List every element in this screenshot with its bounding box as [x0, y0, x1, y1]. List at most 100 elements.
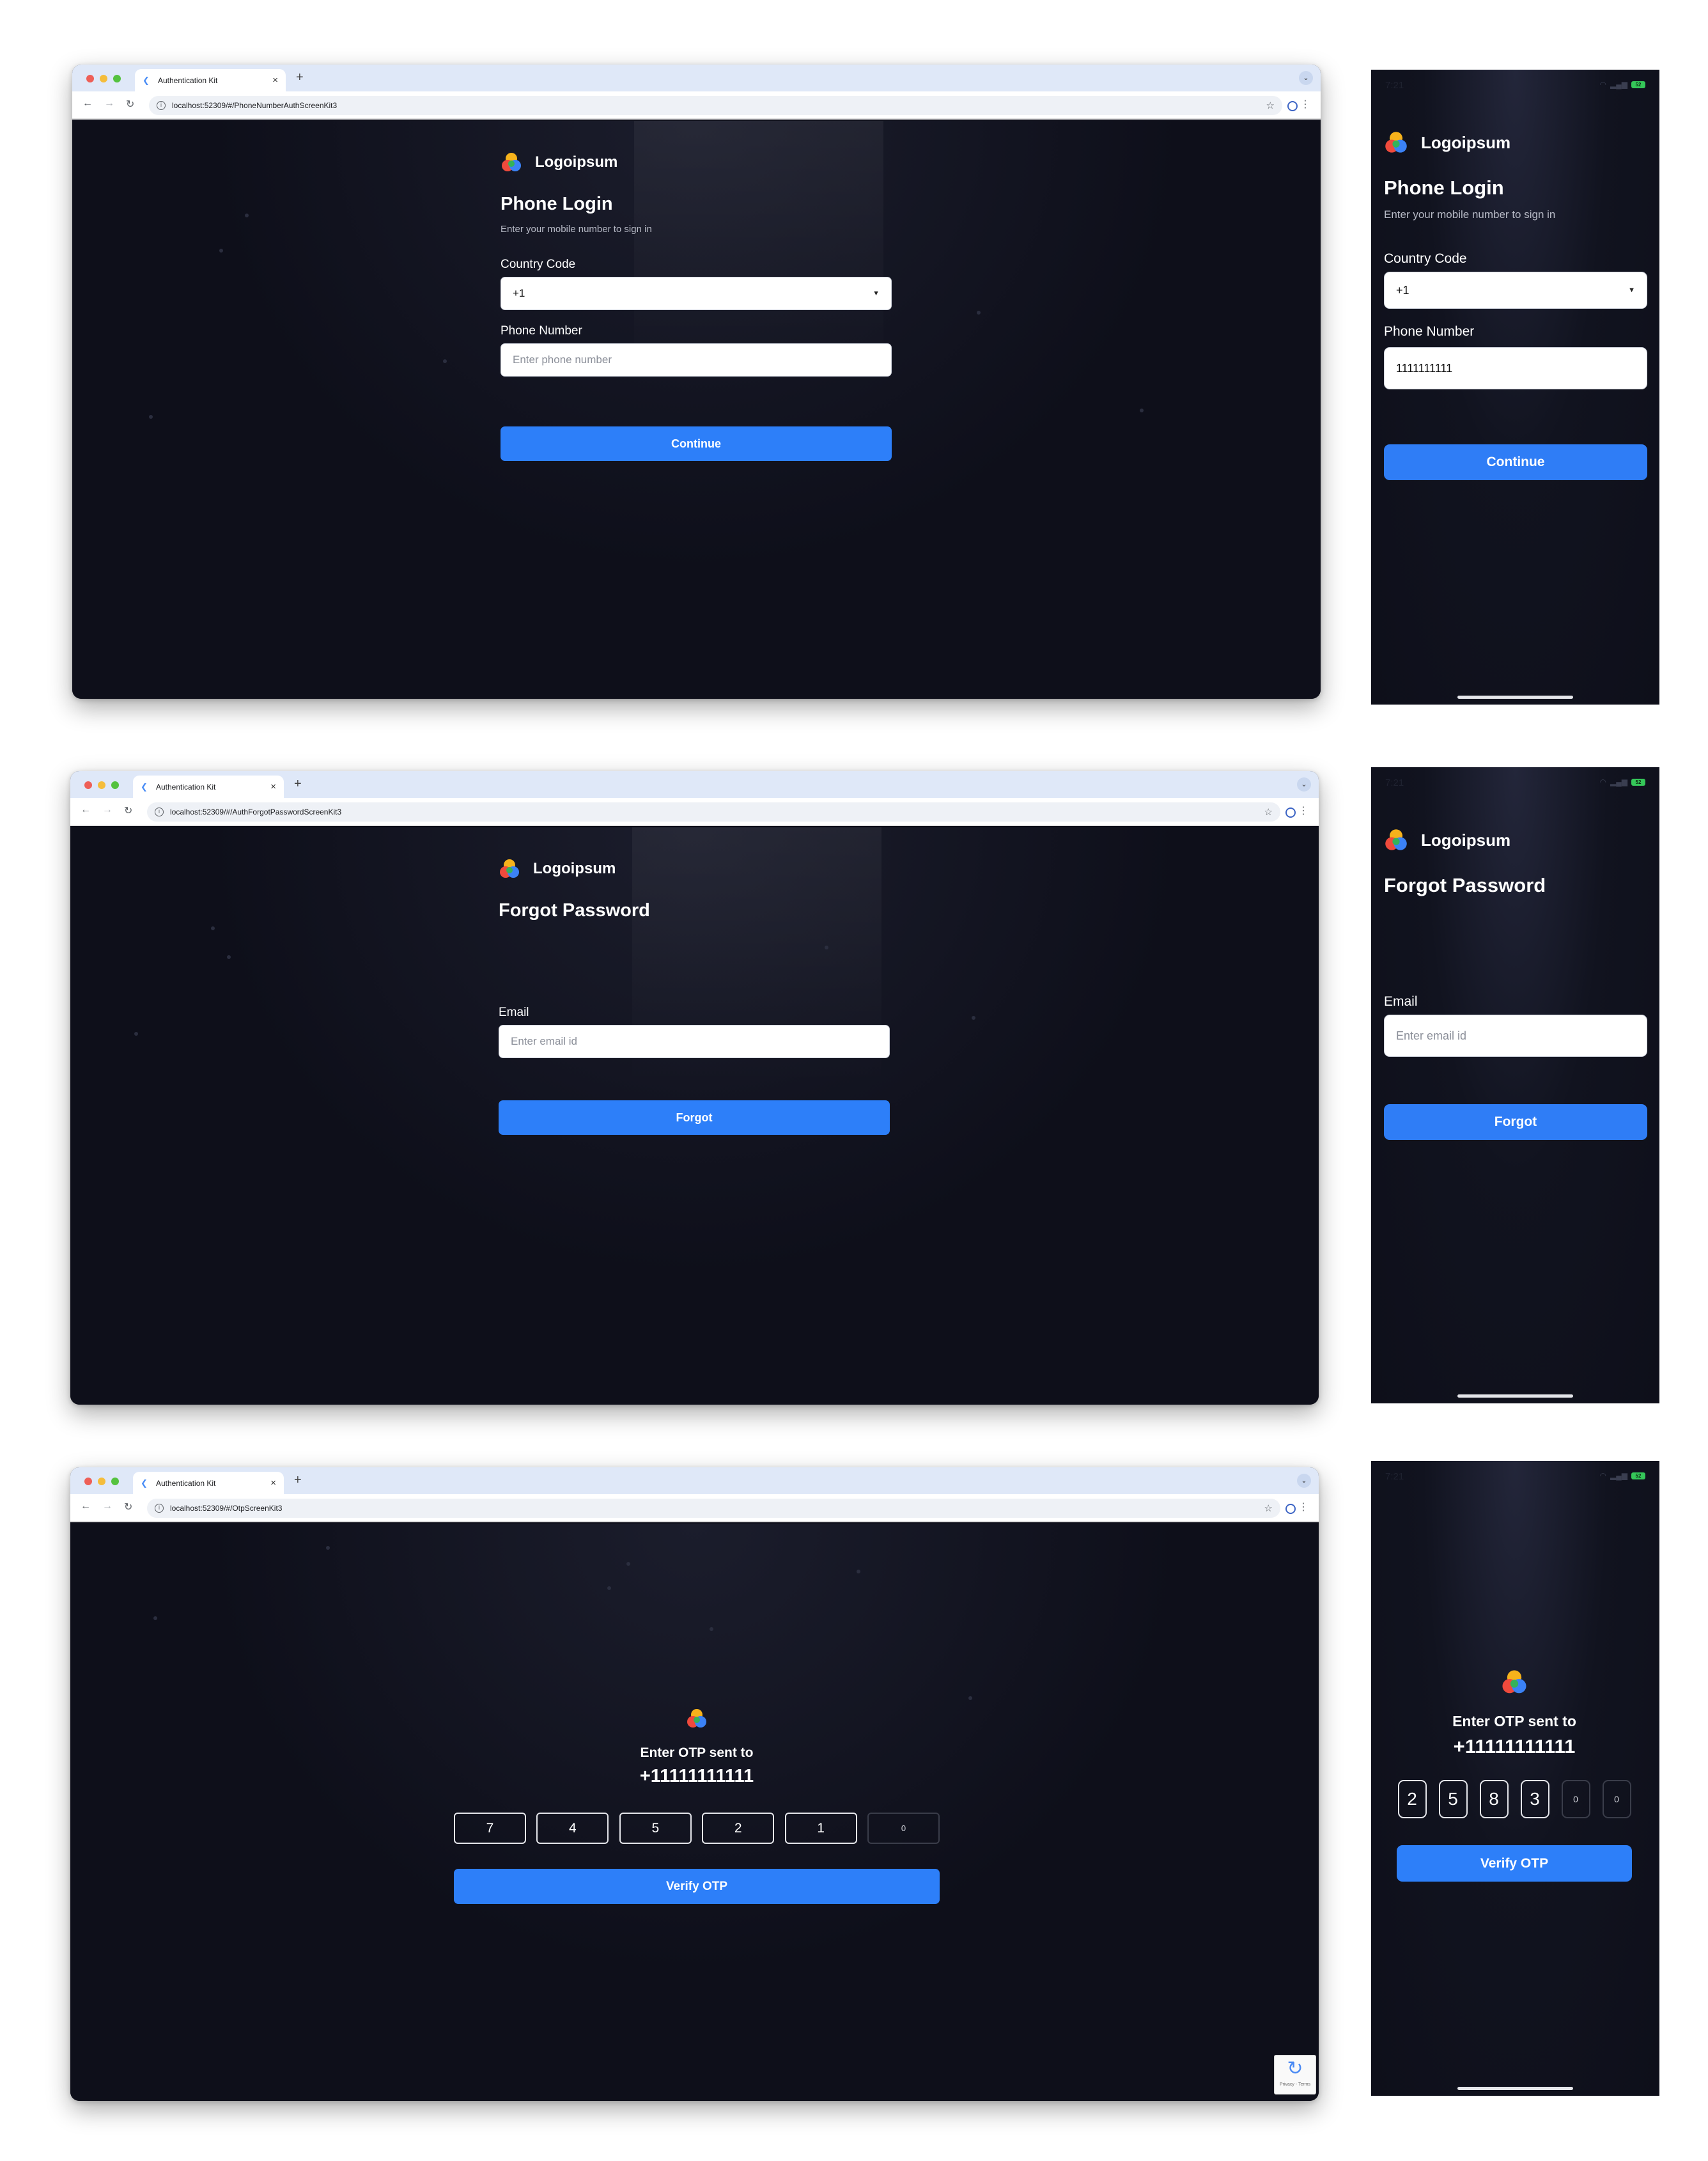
- otp-digit-input[interactable]: 7: [454, 1813, 526, 1844]
- minimize-window-button[interactable]: [100, 75, 107, 82]
- tab-close-icon[interactable]: ×: [272, 75, 278, 86]
- otp-digit-input[interactable]: 0: [1561, 1780, 1590, 1818]
- otp-phone-number: +11111111111: [1453, 1735, 1576, 1758]
- brand-name: Logoipsum: [1421, 132, 1511, 152]
- tab-close-icon[interactable]: ×: [270, 781, 276, 792]
- phone-number-input[interactable]: 1111111111: [1384, 347, 1647, 389]
- status-time: 7:21: [1385, 1471, 1404, 1482]
- reload-icon[interactable]: ↻: [126, 98, 134, 111]
- recaptcha-links[interactable]: Privacy - Terms: [1275, 2082, 1316, 2087]
- email-label: Email: [499, 1006, 529, 1019]
- otp-digit-input[interactable]: 0: [867, 1813, 940, 1844]
- address-bar[interactable]: i localhost:52309/#/AuthForgotPasswordSc…: [147, 802, 1280, 822]
- verify-otp-button[interactable]: Verify OTP: [1397, 1845, 1632, 1882]
- home-indicator[interactable]: [1457, 696, 1573, 699]
- recaptcha-icon: ↻: [1287, 2058, 1303, 2079]
- page-viewport: Enter OTP sent to +11111111111 7 4 5 2 1…: [70, 1524, 1319, 2101]
- brand-name: Logoipsum: [1421, 830, 1511, 850]
- more-menu-icon[interactable]: ⋮: [1300, 98, 1310, 111]
- page-viewport: Logoipsum Phone Login Enter your mobile …: [72, 121, 1321, 699]
- bookmark-star-icon[interactable]: ☆: [1264, 1502, 1273, 1514]
- wifi-icon: ◠: [1599, 1471, 1607, 1480]
- page-title: Forgot Password: [499, 900, 650, 921]
- email-input[interactable]: Enter email id: [499, 1025, 890, 1058]
- otp-digit-input[interactable]: 8: [1479, 1780, 1509, 1818]
- site-info-icon[interactable]: i: [155, 1504, 164, 1513]
- back-arrow-icon[interactable]: ←: [81, 804, 91, 816]
- zoom-window-button[interactable]: [111, 781, 119, 789]
- profile-icon[interactable]: [1287, 101, 1298, 111]
- back-arrow-icon[interactable]: ←: [82, 98, 93, 109]
- site-info-icon[interactable]: i: [155, 807, 164, 816]
- url-text[interactable]: localhost:52309/#/PhoneNumberAuthScreenK…: [172, 101, 1266, 110]
- continue-button[interactable]: Continue: [1384, 444, 1647, 480]
- reload-icon[interactable]: ↻: [124, 1501, 132, 1513]
- minimize-window-button[interactable]: [98, 781, 105, 789]
- new-tab-button[interactable]: +: [294, 1473, 302, 1488]
- country-code-select[interactable]: +1 ▼: [1384, 272, 1647, 309]
- home-indicator[interactable]: [1457, 2087, 1573, 2090]
- bookmark-star-icon[interactable]: ☆: [1264, 806, 1273, 818]
- back-arrow-icon[interactable]: ←: [81, 1501, 91, 1512]
- phone-number-input[interactable]: Enter phone number: [501, 343, 892, 377]
- browser-tab[interactable]: ❮ Authentication Kit ×: [135, 69, 286, 91]
- battery-icon: 52: [1631, 1472, 1645, 1479]
- otp-digit-input[interactable]: 5: [1438, 1780, 1468, 1818]
- more-menu-icon[interactable]: ⋮: [1298, 1501, 1308, 1513]
- new-tab-button[interactable]: +: [296, 70, 304, 85]
- otp-digit-input[interactable]: 3: [1520, 1780, 1549, 1818]
- flutter-icon: ❮: [141, 1478, 148, 1488]
- signal-icon: ▂▄▆: [1610, 80, 1627, 89]
- otp-digit-input[interactable]: 0: [1602, 1780, 1631, 1818]
- home-indicator[interactable]: [1457, 1394, 1573, 1398]
- close-window-button[interactable]: [86, 75, 94, 82]
- minimize-window-button[interactable]: [98, 1478, 105, 1485]
- forgot-button[interactable]: Forgot: [499, 1100, 890, 1135]
- tab-search-button[interactable]: ⌄: [1297, 1474, 1311, 1488]
- address-bar[interactable]: i localhost:52309/#/OtpScreenKit3 ☆: [147, 1499, 1280, 1518]
- tab-search-button[interactable]: ⌄: [1297, 777, 1311, 792]
- email-input[interactable]: Enter email id: [1384, 1015, 1647, 1057]
- tab-search-button[interactable]: ⌄: [1299, 71, 1313, 85]
- otp-digit-input[interactable]: 5: [619, 1813, 692, 1844]
- otp-phone-number: +11111111111: [639, 1766, 754, 1786]
- signal-icon: ▂▄▆: [1610, 777, 1627, 786]
- email-label: Email: [1384, 994, 1418, 1009]
- browser-tab[interactable]: ❮ Authentication Kit ×: [133, 776, 284, 798]
- more-menu-icon[interactable]: ⋮: [1298, 804, 1308, 817]
- zoom-window-button[interactable]: [111, 1478, 119, 1485]
- profile-icon[interactable]: [1285, 1504, 1296, 1514]
- background-dot: [972, 1016, 975, 1020]
- continue-button[interactable]: Continue: [501, 426, 892, 461]
- forward-arrow-icon[interactable]: →: [102, 804, 113, 816]
- verify-otp-button[interactable]: Verify OTP: [454, 1869, 940, 1904]
- reload-icon[interactable]: ↻: [124, 804, 132, 817]
- otp-digit-input[interactable]: 4: [536, 1813, 609, 1844]
- url-text[interactable]: localhost:52309/#/AuthForgotPasswordScre…: [170, 807, 1264, 816]
- site-info-icon[interactable]: i: [157, 101, 166, 110]
- tab-strip: ❮ Authentication Kit × + ⌄: [70, 1467, 1319, 1494]
- address-bar[interactable]: i localhost:52309/#/PhoneNumberAuthScree…: [149, 96, 1282, 115]
- new-tab-button[interactable]: +: [294, 777, 302, 792]
- recaptcha-badge[interactable]: ↻ Privacy - Terms: [1274, 2055, 1316, 2095]
- tab-title: Authentication Kit: [156, 1478, 216, 1488]
- close-window-button[interactable]: [84, 781, 92, 789]
- dropdown-caret-icon: ▼: [1628, 286, 1635, 294]
- otp-digit-input[interactable]: 2: [1397, 1780, 1427, 1818]
- bookmark-star-icon[interactable]: ☆: [1266, 100, 1275, 111]
- logoipsum-logo-icon: [500, 859, 519, 878]
- tab-close-icon[interactable]: ×: [270, 1478, 276, 1488]
- forward-arrow-icon[interactable]: →: [102, 1501, 113, 1512]
- otp-digit-input[interactable]: 2: [702, 1813, 775, 1844]
- country-code-select[interactable]: +1 ▼: [501, 277, 892, 310]
- forward-arrow-icon[interactable]: →: [104, 98, 114, 109]
- close-window-button[interactable]: [84, 1478, 92, 1485]
- browser-tab[interactable]: ❮ Authentication Kit ×: [133, 1472, 284, 1494]
- url-text[interactable]: localhost:52309/#/OtpScreenKit3: [170, 1504, 1264, 1513]
- status-bar: 7:21 ◠ ▂▄▆ 52: [1371, 80, 1659, 93]
- profile-icon[interactable]: [1285, 807, 1296, 818]
- forgot-button[interactable]: Forgot: [1384, 1104, 1647, 1140]
- zoom-window-button[interactable]: [113, 75, 121, 82]
- otp-digit-input[interactable]: 1: [784, 1813, 857, 1844]
- page-subtitle: Enter your mobile number to sign in: [1384, 208, 1556, 221]
